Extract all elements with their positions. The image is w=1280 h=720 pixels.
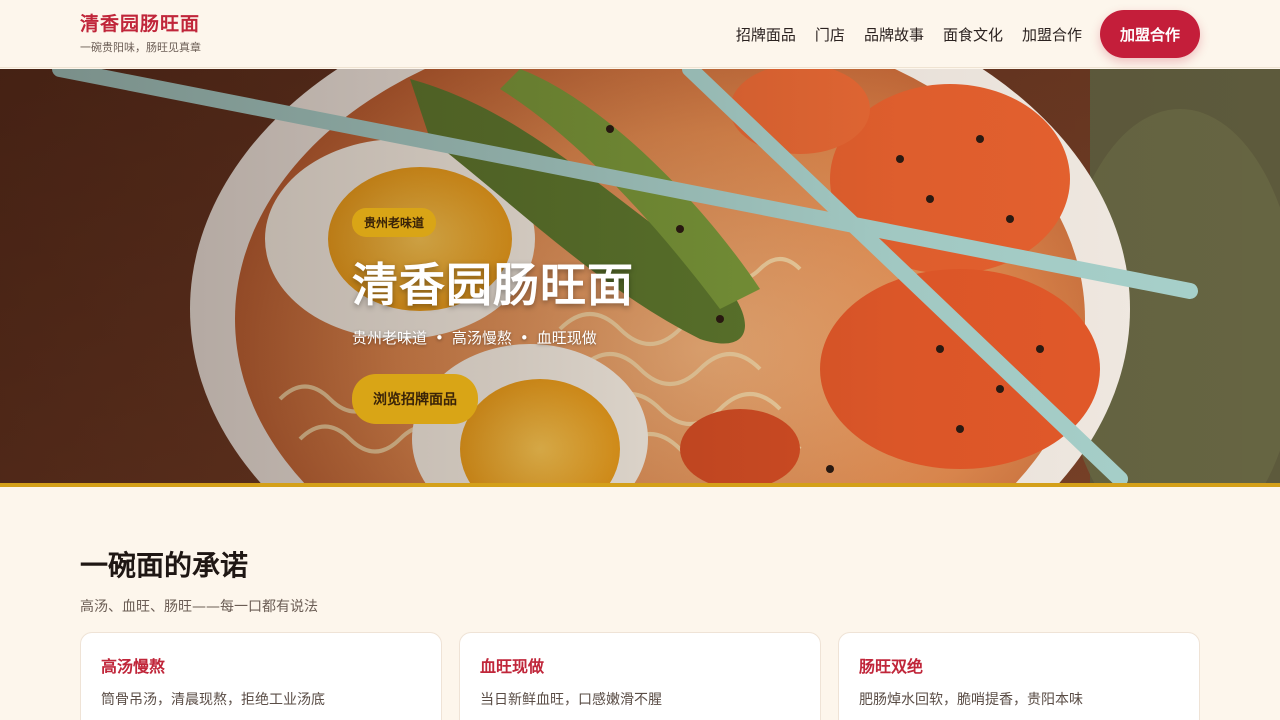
- brand[interactable]: 清香园肠旺面 一碗贵阳味，肠旺见真章: [80, 11, 201, 55]
- hero-subtitle-separator: •: [435, 329, 444, 347]
- site-header: 清香园肠旺面 一碗贵阳味，肠旺见真章 招牌面品 门店 品牌故事 面食文化 加盟合…: [0, 0, 1280, 68]
- hero-content: 贵州老味道 清香园肠旺面 贵州老味道 • 高汤慢熬 • 血旺现做 浏览招牌面品: [352, 208, 634, 424]
- hero-banner: 贵州老味道 清香园肠旺面 贵州老味道 • 高汤慢熬 • 血旺现做 浏览招牌面品: [0, 69, 1280, 484]
- franchise-cta-button[interactable]: 加盟合作: [1099, 10, 1200, 58]
- browse-signature-button[interactable]: 浏览招牌面品: [352, 374, 478, 424]
- hero-subtitle: 贵州老味道 • 高汤慢熬 • 血旺现做: [352, 327, 634, 348]
- promise-cards: 高汤慢熬 筒骨吊汤，清晨现熬，拒绝工业汤底 血旺现做 当日新鲜血旺，口感嫩滑不腥…: [80, 632, 1200, 720]
- hero-subtitle-item: 贵州老味道: [352, 329, 428, 347]
- promise-card: 高汤慢熬 筒骨吊汤，清晨现熬，拒绝工业汤底: [80, 632, 442, 720]
- card-text: 肥肠焯水回软，脆哨提香，贵阳本味: [859, 692, 1083, 708]
- card-text: 筒骨吊汤，清晨现熬，拒绝工业汤底: [101, 692, 325, 708]
- promise-card: 血旺现做 当日新鲜血旺，口感嫩滑不腥: [459, 632, 821, 720]
- main-nav: 招牌面品 门店 品牌故事 面食文化 加盟合作 加盟合作: [717, 0, 1200, 68]
- nav-link-signature[interactable]: 招牌面品: [736, 24, 796, 45]
- card-title: 血旺现做: [480, 657, 545, 676]
- nav-link-franchise[interactable]: 加盟合作: [1022, 24, 1082, 45]
- card-title: 高汤慢熬: [101, 657, 166, 676]
- nav-link-story[interactable]: 品牌故事: [864, 24, 924, 45]
- hero-divider: [0, 483, 1280, 487]
- hero-title: 清香园肠旺面: [352, 258, 634, 312]
- hero-subtitle-item: 血旺现做: [536, 329, 597, 347]
- nav-link-stores[interactable]: 门店: [815, 24, 845, 45]
- hero-subtitle-item: 高汤慢熬: [451, 329, 512, 347]
- card-text: 当日新鲜血旺，口感嫩滑不腥: [480, 692, 662, 708]
- section-subtitle: 高汤、血旺、肠旺——每一口都有说法: [80, 599, 318, 615]
- brand-tagline: 一碗贵阳味，肠旺见真章: [80, 41, 201, 54]
- hero-badge: 贵州老味道: [352, 208, 437, 237]
- hero-overlay: [0, 69, 1280, 484]
- promise-card: 肠旺双绝 肥肠焯水回软，脆哨提香，贵阳本味: [838, 632, 1200, 720]
- section-title: 一碗面的承诺: [80, 549, 249, 582]
- hero-subtitle-separator: •: [519, 329, 529, 347]
- brand-name[interactable]: 清香园肠旺面: [80, 11, 201, 37]
- nav-link-culture[interactable]: 面食文化: [943, 24, 1003, 45]
- card-title: 肠旺双绝: [859, 657, 924, 676]
- promise-section: 一碗面的承诺 高汤、血旺、肠旺——每一口都有说法 高汤慢熬 筒骨吊汤，清晨现熬，…: [80, 544, 1200, 720]
